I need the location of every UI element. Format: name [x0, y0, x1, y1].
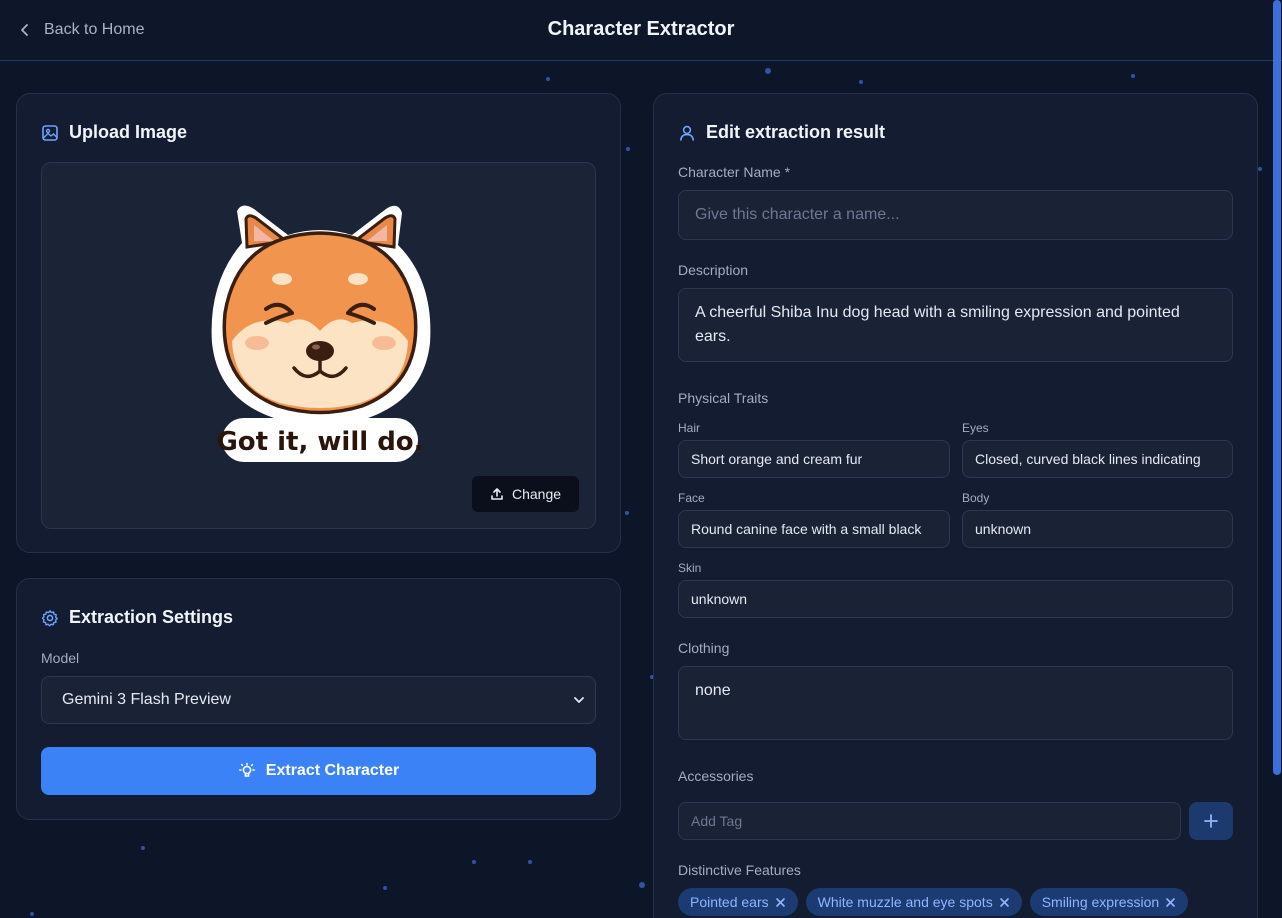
result-card-title: Edit extraction result [678, 122, 885, 143]
image-drop-zone[interactable]: Got it, will do. Change [41, 162, 596, 529]
skin-label: Skin [678, 561, 702, 575]
model-select[interactable]: Gemini 3 Flash Preview [41, 676, 596, 724]
page-title: Character Extractor [547, 18, 735, 40]
eyes-label: Eyes [962, 421, 989, 435]
page-scrollbar[interactable] [1273, 0, 1281, 775]
extract-character-button[interactable]: Extract Character [41, 747, 596, 795]
chevron-down-icon [574, 697, 584, 703]
clothing-label: Clothing [678, 640, 730, 656]
upload-icon [491, 488, 503, 500]
extraction-result-card: Edit extraction result Character Name * … [653, 93, 1258, 918]
upload-card-title: Upload Image [41, 122, 187, 143]
skin-input[interactable]: unknown [678, 580, 1233, 618]
plus-icon [1204, 814, 1218, 828]
top-bar: Back to Home Character Extractor [0, 0, 1282, 61]
body-input[interactable]: unknown [962, 510, 1233, 548]
character-name-input[interactable]: Give this character a name... [678, 190, 1233, 240]
user-icon [680, 125, 694, 141]
sticker-caption: Got it, will do. [216, 427, 423, 457]
feature-tag: White muzzle and eye spots [805, 888, 1022, 916]
description-textarea[interactable]: A cheerful Shiba Inu dog head with a smi… [678, 288, 1233, 362]
hair-label: Hair [678, 421, 701, 435]
face-label: Face [678, 491, 705, 505]
hair-input[interactable]: Short orange and cream fur [678, 440, 950, 478]
settings-card-title: Extraction Settings [41, 607, 233, 628]
face-input[interactable]: Round canine face with a small black [678, 510, 950, 548]
image-icon [42, 124, 58, 141]
close-icon[interactable] [999, 897, 1010, 908]
gear-icon [41, 609, 58, 626]
accessories-tag-input[interactable]: Add Tag [678, 802, 1181, 840]
upload-card: Upload Image Got it, will do. Change [16, 93, 621, 553]
uploaded-image: Got it, will do. [211, 205, 431, 462]
close-icon[interactable] [775, 897, 786, 908]
clothing-textarea[interactable]: none [678, 666, 1233, 740]
distinctive-features-tags: Pointed ears White muzzle and eye spots … [678, 888, 1189, 916]
distinctive-features-label: Distinctive Features [678, 862, 801, 878]
lightbulb-icon [238, 762, 255, 777]
character-name-label: Character Name * [678, 164, 791, 180]
physical-traits-label: Physical Traits [678, 390, 769, 406]
model-label: Model [41, 650, 80, 666]
eyes-input[interactable]: Closed, curved black lines indicating [962, 440, 1233, 478]
description-label: Description [678, 262, 749, 278]
extraction-settings-card: Extraction Settings Model Gemini 3 Flash… [16, 578, 621, 820]
add-accessory-button[interactable] [1189, 802, 1233, 840]
close-icon[interactable] [1165, 897, 1176, 908]
feature-tag: Pointed ears [678, 888, 798, 916]
feature-tag: Smiling expression [1029, 888, 1189, 916]
body-label: Body [962, 491, 990, 505]
change-image-button[interactable]: Change [472, 476, 579, 512]
accessories-label: Accessories [678, 768, 754, 784]
